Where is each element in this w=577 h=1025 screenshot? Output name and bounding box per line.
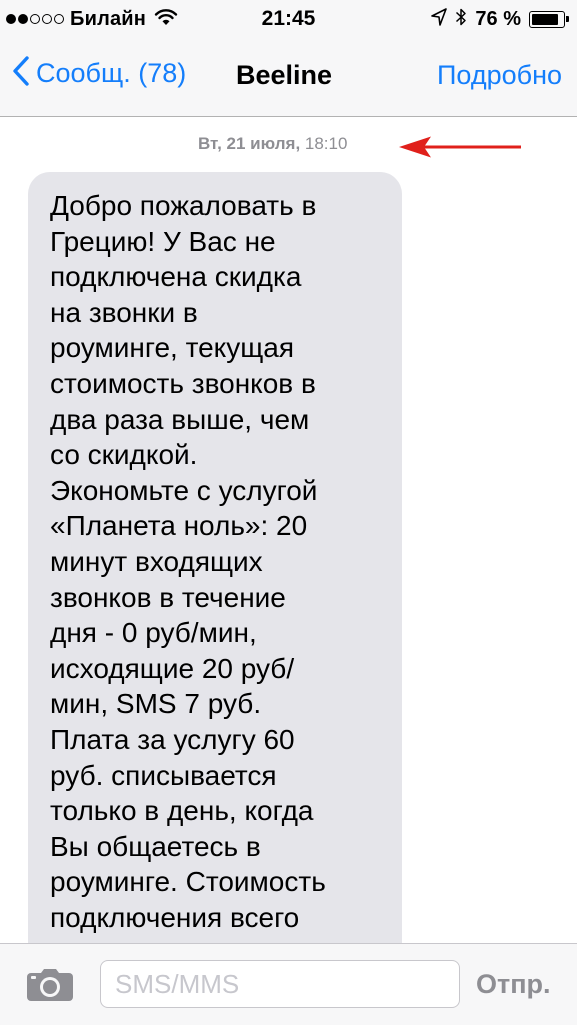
composer-bar: Отпр. — [0, 943, 577, 1025]
message-input[interactable] — [100, 960, 460, 1008]
received-message-bubble[interactable]: Добро пожаловать в Грецию! У Вас не подк… — [28, 172, 402, 943]
timestamp-time: 18:10 — [300, 134, 348, 153]
back-button-label: Сообщ. (78) — [36, 58, 187, 88]
annotation-arrow-icon — [395, 132, 525, 167]
chevron-left-icon — [12, 56, 30, 91]
status-bar: Билайн 21:45 76 % — [0, 0, 577, 40]
conversation-title: Beeline — [236, 60, 333, 90]
status-right: 76 % — [431, 6, 569, 32]
camera-icon[interactable] — [26, 968, 74, 1007]
bluetooth-icon — [455, 7, 467, 32]
location-icon — [431, 7, 448, 31]
message-timestamp: Вт, 21 июля, 18:10 — [198, 134, 347, 154]
battery-percent: 76 % — [475, 7, 521, 30]
back-button[interactable]: Сообщ. (78) — [12, 56, 186, 91]
message-list[interactable]: Вт, 21 июля, 18:10 Добро пожаловать в Гр… — [0, 117, 577, 943]
send-button[interactable]: Отпр. — [476, 969, 551, 1000]
battery-icon — [529, 10, 569, 28]
details-button[interactable]: Подробно — [437, 60, 562, 91]
nav-bar: Сообщ. (78) Beeline Подробно — [0, 40, 577, 117]
timestamp-date: Вт, 21 июля, — [198, 134, 301, 153]
